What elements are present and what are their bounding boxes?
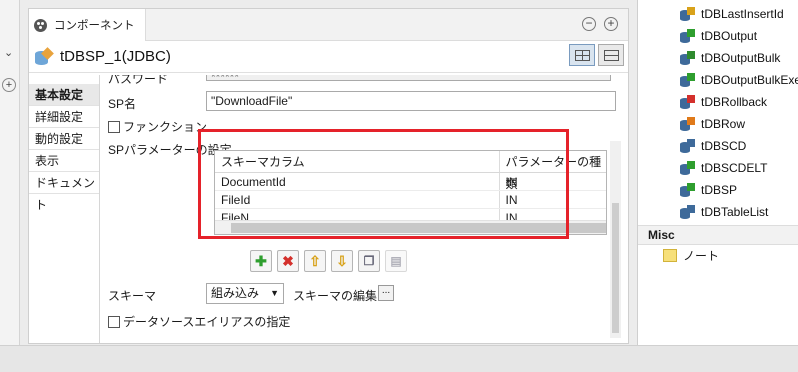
panel-vertical-scrollbar[interactable]: [610, 141, 621, 338]
chevron-down-icon: ▼: [270, 288, 279, 298]
scrollbar-thumb[interactable]: [612, 203, 619, 333]
palette-item-label: tDBOutputBulk: [701, 51, 781, 65]
component-name: tDBSP_1(JDBC): [60, 48, 171, 65]
chevron-down-icon[interactable]: ⌄: [4, 46, 13, 59]
column-header-param-type[interactable]: パラメーターの種類: [500, 151, 606, 191]
function-option[interactable]: ファンクション: [108, 118, 207, 135]
paste-button[interactable]: ▤: [385, 250, 407, 272]
cell-param-type[interactable]: IN: [500, 191, 606, 208]
db-component-icon: [680, 116, 696, 132]
left-panel-strip: ⌄ +: [0, 0, 20, 345]
column-header-schema[interactable]: スキーマカラム: [215, 151, 500, 172]
table-toolbar: ✚ ✖ ⇧ ⇩ ❐ ▤: [250, 250, 407, 272]
db-component-icon: [680, 182, 696, 198]
db-component-icon: [680, 204, 696, 220]
datasource-alias-label: データソースエイリアスの指定: [123, 315, 291, 329]
add-circle-icon[interactable]: +: [2, 78, 16, 92]
status-bar: [0, 345, 798, 372]
component-header: tDBSP_1(JDBC): [29, 41, 628, 73]
db-component-icon: [680, 28, 696, 44]
settings-sidenav: 基本設定 詳細設定 動的設定 表示 ドキュメント: [29, 84, 99, 212]
tab-title: コンポーネント: [54, 20, 135, 32]
function-label: ファンクション: [123, 120, 208, 134]
datasource-alias-option[interactable]: データソースエイリアスの指定: [108, 313, 290, 330]
palette-item[interactable]: tDBOutput: [680, 26, 757, 46]
palette-item[interactable]: tDBRollback: [680, 92, 767, 112]
palette-item-label: tDBSP: [701, 183, 738, 197]
palette-item-label: tDBRow: [701, 117, 746, 131]
sidenav-item-documentation[interactable]: ドキュメント: [29, 172, 99, 212]
palette-item-label: ノート: [683, 248, 720, 263]
schema-select[interactable]: 組み込み ▼: [206, 283, 284, 304]
misc-section-header[interactable]: Misc: [638, 225, 798, 245]
move-up-button[interactable]: ⇧: [304, 250, 326, 272]
cell-schema[interactable]: FileId: [215, 191, 500, 208]
palette-item[interactable]: tDBSP: [680, 180, 737, 200]
cell-schema[interactable]: DocumentId: [215, 173, 500, 190]
table-header: スキーマカラム パラメーターの種類: [215, 151, 606, 191]
palette-item[interactable]: tDBRow: [680, 114, 745, 134]
list-view-button[interactable]: [598, 44, 624, 66]
component-palette: tDBLastInsertId tDBOutput tDBOutputBulk …: [637, 0, 798, 345]
palette-item[interactable]: tDBOutputBulkExec: [680, 70, 798, 90]
table-row[interactable]: FileId IN: [215, 191, 606, 209]
copy-button[interactable]: ❐: [358, 250, 380, 272]
palette-item-note[interactable]: ノート: [663, 245, 719, 265]
sp-name-field[interactable]: "DownloadFile": [206, 91, 616, 111]
function-checkbox[interactable]: [108, 121, 120, 133]
note-icon: [663, 248, 677, 262]
db-component-icon: [680, 94, 696, 110]
password-field[interactable]: ******: [206, 75, 611, 84]
grid-view-button[interactable]: [569, 44, 595, 66]
basic-settings-content: パスワード ****** SP名 "DownloadFile" ファンクション …: [100, 75, 627, 343]
schema-edit-label: スキーマの編集: [293, 289, 378, 303]
palette-item[interactable]: tDBLastInsertId: [680, 4, 784, 24]
palette-item-label: tDBSCDELT: [701, 161, 768, 175]
db-component-icon: [680, 160, 696, 176]
db-component-icon: [680, 72, 696, 88]
palette-item-label: tDBOutputBulkExec: [701, 73, 798, 87]
palette-item-label: tDBSCD: [701, 139, 747, 153]
delete-row-button[interactable]: ✖: [277, 250, 299, 272]
tdbsp-component-icon: [34, 46, 54, 66]
scrollbar-thumb[interactable]: [231, 223, 606, 233]
cell-param-type[interactable]: IN: [500, 173, 606, 190]
sidenav-item-advanced[interactable]: 詳細設定: [29, 106, 99, 128]
maximize-icon[interactable]: +: [604, 17, 618, 31]
palette-item[interactable]: tDBOutputBulk: [680, 48, 780, 68]
sidenav-item-dynamic[interactable]: 動的設定: [29, 128, 99, 150]
datasource-alias-checkbox[interactable]: [108, 316, 120, 328]
schema-label: スキーマ: [108, 289, 157, 303]
grid-view-icon: [575, 50, 590, 61]
add-row-button[interactable]: ✚: [250, 250, 272, 272]
palette-item[interactable]: tDBTableList: [680, 202, 768, 222]
palette-item-label: tDBRollback: [701, 95, 768, 109]
sidenav-item-basic[interactable]: 基本設定: [29, 84, 99, 106]
schema-select-value: 組み込み: [211, 286, 260, 300]
db-component-icon: [680, 6, 696, 22]
palette-item[interactable]: tDBSCDELT: [680, 158, 767, 178]
tab-bar: コンポーネント − +: [29, 9, 628, 41]
palette-item-label: tDBLastInsertId: [701, 7, 784, 21]
sp-params-table: スキーマカラム パラメーターの種類 DocumentId IN FileId I…: [214, 150, 607, 235]
list-view-icon: [604, 50, 619, 61]
db-component-icon: [680, 138, 696, 154]
db-component-icon: [680, 50, 696, 66]
palette-item[interactable]: tDBSCD: [680, 136, 746, 156]
table-row[interactable]: DocumentId IN: [215, 173, 606, 191]
edit-schema-button[interactable]: ...: [378, 285, 394, 301]
password-label: パスワード: [108, 75, 169, 86]
palette-icon: [34, 18, 47, 32]
tab-component[interactable]: コンポーネント: [29, 9, 146, 41]
move-down-button[interactable]: ⇩: [331, 250, 353, 272]
palette-item-label: tDBOutput: [701, 29, 758, 43]
component-panel: コンポーネント − + tDBSP_1(JDBC) 基本設定 詳細設定 動的設定…: [28, 8, 629, 344]
palette-item-label: tDBTableList: [701, 205, 769, 219]
sidenav-item-view[interactable]: 表示: [29, 150, 99, 172]
minimize-icon[interactable]: −: [582, 17, 596, 31]
sp-name-label: SP名: [108, 97, 137, 111]
table-horizontal-scrollbar[interactable]: [215, 220, 606, 234]
